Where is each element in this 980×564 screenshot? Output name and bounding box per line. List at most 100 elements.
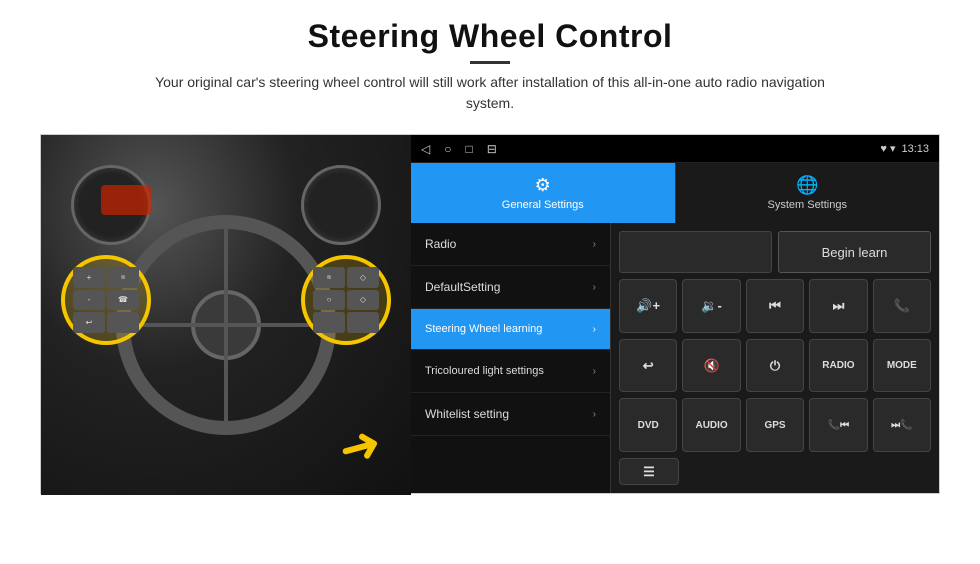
title-divider <box>470 61 510 64</box>
gps-button[interactable]: GPS <box>746 398 804 452</box>
btn-item <box>107 312 139 333</box>
answer-button[interactable]: ↩ <box>619 339 677 393</box>
tab-general-settings[interactable]: ⚙ General Settings <box>411 163 675 223</box>
content-area: + ≋ - ☎ ↩ ≋ ◇ ○ ◇ <box>40 134 940 494</box>
chevron-right-icon: › <box>593 324 596 335</box>
list-button[interactable]: ☰ <box>619 458 679 485</box>
radio-label: RADIO <box>822 360 854 371</box>
left-btn-grid: + ≋ - ☎ ↩ <box>65 259 147 341</box>
gauge-right <box>301 165 381 245</box>
menu-item-swl-label: Steering Wheel learning <box>425 323 542 335</box>
dashboard-bg: + ≋ - ☎ ↩ ≋ ◇ ○ ◇ <box>41 135 411 495</box>
control-row-3: DVD AUDIO GPS 📞⏮ ⏭📞 <box>619 398 931 452</box>
tab-system-label: System Settings <box>768 199 847 211</box>
skip-end-icon: ⏭📞 <box>891 420 912 431</box>
page-container: Steering Wheel Control Your original car… <box>0 0 980 564</box>
vol-down-button[interactable]: 🔉- <box>682 279 740 333</box>
control-row-1: 🔊+ 🔉- ⏮ ⏭ 📞 <box>619 279 931 333</box>
radio-button[interactable]: RADIO <box>809 339 867 393</box>
control-row-4: ☰ <box>619 458 931 485</box>
home-nav-icon[interactable]: ○ <box>444 142 451 156</box>
menu-nav-icon[interactable]: ⊟ <box>487 142 497 156</box>
dvd-label: DVD <box>638 420 659 431</box>
controls-panel: Begin learn 🔊+ 🔉- ⏮ <box>611 223 939 493</box>
right-btn-grid: ≋ ◇ ○ ◇ <box>305 259 387 341</box>
time-display: 13:13 <box>901 143 929 155</box>
gear-icon: ⚙ <box>535 175 551 196</box>
chevron-right-icon: › <box>593 282 596 293</box>
chevron-right-icon: › <box>593 409 596 420</box>
title-section: Steering Wheel Control Your original car… <box>140 18 840 128</box>
btn-item: + <box>73 267 105 288</box>
yellow-arrow: ➜ <box>332 413 387 480</box>
mode-label: MODE <box>887 360 917 371</box>
next-track-button[interactable]: ⏭ <box>809 279 867 333</box>
vol-up-icon: 🔊+ <box>636 298 660 314</box>
back-nav-icon[interactable]: ◁ <box>421 142 430 156</box>
top-row: Begin learn <box>619 231 931 273</box>
skip-end-button[interactable]: ⏭📞 <box>873 398 931 452</box>
control-row-2: ↩ 🔇 ⏻ RADIO MODE <box>619 339 931 393</box>
menu-item-tricoloured-label: Tricoloured light settings <box>425 364 544 378</box>
menu-panel: Radio › DefaultSetting › Steering Wheel … <box>411 223 611 493</box>
yellow-circle-right: ≋ ◇ ○ ◇ <box>301 255 391 345</box>
head-unit: ◁ ○ □ ⊟ ♥ ▾ 13:13 ⚙ General Settings 🌐 <box>411 135 939 493</box>
power-icon: ⏻ <box>770 358 780 374</box>
chevron-right-icon: › <box>593 239 596 250</box>
chevron-right-icon: › <box>593 366 596 377</box>
list-icon: ☰ <box>643 464 655 480</box>
prev-track-button[interactable]: ⏮ <box>746 279 804 333</box>
menu-item-default-setting[interactable]: DefaultSetting › <box>411 266 610 309</box>
yellow-circle-left: + ≋ - ☎ ↩ <box>61 255 151 345</box>
hu-content: Radio › DefaultSetting › Steering Wheel … <box>411 223 939 493</box>
audio-label: AUDIO <box>695 420 727 431</box>
mute-icon: 🔇 <box>704 358 720 374</box>
gps-label: GPS <box>764 420 785 431</box>
recent-nav-icon[interactable]: □ <box>465 142 472 156</box>
next-track-icon: ⏭ <box>833 298 845 314</box>
btn-item: ≋ <box>107 267 139 288</box>
btn-item <box>313 312 345 333</box>
globe-icon: 🌐 <box>796 175 818 196</box>
tab-system-settings[interactable]: 🌐 System Settings <box>675 163 940 223</box>
btn-item: - <box>73 290 105 311</box>
btn-item: ↩ <box>73 312 105 333</box>
status-right: ♥ ▾ 13:13 <box>880 142 929 155</box>
phone-button[interactable]: 📞 <box>873 279 931 333</box>
subtitle: Your original car's steering wheel contr… <box>140 72 840 114</box>
mute-button[interactable]: 🔇 <box>682 339 740 393</box>
audio-button[interactable]: AUDIO <box>682 398 740 452</box>
phone-icon: 📞 <box>894 298 910 314</box>
vol-down-icon: 🔉- <box>701 298 722 314</box>
btn-item: ◇ <box>347 290 379 311</box>
btn-item: ◇ <box>347 267 379 288</box>
menu-item-tricoloured[interactable]: Tricoloured light settings › <box>411 350 610 393</box>
status-bar: ◁ ○ □ ⊟ ♥ ▾ 13:13 <box>411 135 939 163</box>
red-indicator <box>101 185 151 215</box>
prev-track-icon: ⏮ <box>769 298 781 314</box>
phone-prev-button[interactable]: 📞⏮ <box>809 398 867 452</box>
menu-item-default-label: DefaultSetting <box>425 280 500 294</box>
menu-item-radio[interactable]: Radio › <box>411 223 610 266</box>
phone-prev-icon: 📞⏮ <box>828 420 849 431</box>
car-image: + ≋ - ☎ ↩ ≋ ◇ ○ ◇ <box>41 135 411 495</box>
power-button[interactable]: ⏻ <box>746 339 804 393</box>
menu-item-swl[interactable]: Steering Wheel learning › <box>411 309 610 350</box>
mode-button[interactable]: MODE <box>873 339 931 393</box>
answer-icon: ↩ <box>643 358 654 374</box>
btn-item <box>347 312 379 333</box>
menu-item-whitelist-label: Whitelist setting <box>425 407 509 421</box>
menu-item-radio-label: Radio <box>425 237 456 251</box>
signal-icon: ♥ ▾ <box>880 142 895 155</box>
dvd-button[interactable]: DVD <box>619 398 677 452</box>
menu-item-whitelist[interactable]: Whitelist setting › <box>411 393 610 436</box>
tab-general-label: General Settings <box>502 199 584 211</box>
tab-bar: ⚙ General Settings 🌐 System Settings <box>411 163 939 223</box>
vol-up-button[interactable]: 🔊+ <box>619 279 677 333</box>
begin-learn-button[interactable]: Begin learn <box>778 231 931 273</box>
page-title: Steering Wheel Control <box>140 18 840 55</box>
btn-item: ☎ <box>107 290 139 311</box>
nav-icons: ◁ ○ □ ⊟ <box>421 142 497 156</box>
empty-learn-box <box>619 231 772 273</box>
btn-item: ≋ <box>313 267 345 288</box>
